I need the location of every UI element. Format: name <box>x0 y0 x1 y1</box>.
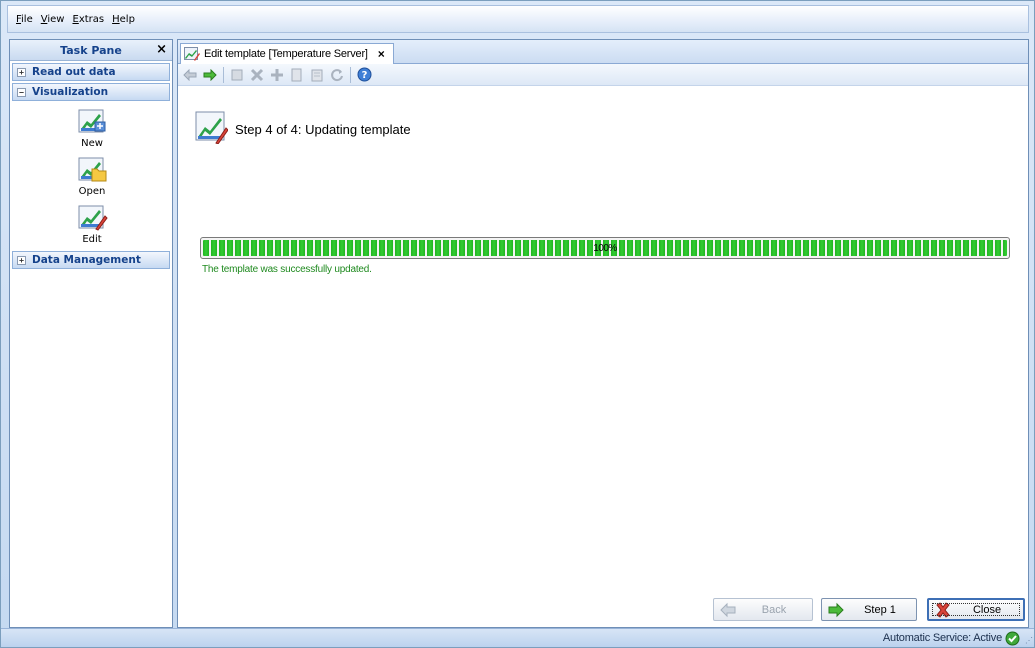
step1-button-label: Step 1 <box>864 603 896 616</box>
menu-extras-label: xtras <box>78 13 105 25</box>
menu-bar: File View Extras Help <box>7 5 1029 33</box>
section-label: Visualization <box>32 86 109 98</box>
resize-grip[interactable]: ⋰ <box>1025 636 1033 645</box>
menu-file[interactable]: File <box>12 14 37 25</box>
check-icon <box>1005 631 1020 646</box>
back-arrow-icon[interactable] <box>180 66 200 84</box>
expand-icon[interactable]: + <box>17 67 26 77</box>
chart-new-icon <box>78 109 106 133</box>
paste-icon[interactable] <box>307 66 327 84</box>
refresh-icon[interactable] <box>327 66 347 84</box>
menu-view[interactable]: View <box>37 14 69 25</box>
tool-edit-label: Edit <box>82 234 102 245</box>
task-pane-title: Task Pane <box>60 43 122 57</box>
tab-title: Edit template [Temperature Server] <box>204 48 368 60</box>
help-icon[interactable]: ? <box>354 66 374 84</box>
close-button[interactable]: Close <box>927 598 1025 621</box>
section-label: Data Management <box>32 254 141 266</box>
delete-icon[interactable] <box>247 66 267 84</box>
section-read-out-data[interactable]: + Read out data <box>12 63 170 81</box>
back-button[interactable]: Back <box>713 598 813 621</box>
tab-close-icon[interactable]: × <box>378 47 385 61</box>
task-pane: Task Pane × + Read out data − Visualizat… <box>9 39 173 628</box>
section-label: Read out data <box>32 66 116 78</box>
menu-help-accel: H <box>112 13 120 25</box>
back-button-label: Back <box>761 603 787 616</box>
progress-bar: 100% <box>200 237 1010 259</box>
tab-strip: Edit template [Temperature Server] × <box>178 40 1028 64</box>
tool-new[interactable]: New <box>10 107 174 149</box>
collapse-icon[interactable]: − <box>17 87 26 97</box>
document-area: Edit template [Temperature Server] × ? S… <box>177 39 1029 628</box>
section-visualization[interactable]: − Visualization <box>12 83 170 101</box>
tool-open-label: Open <box>78 186 106 197</box>
app-window: File View Extras Help Task Pane × + Read… <box>0 0 1035 648</box>
tool-edit[interactable]: Edit <box>10 203 174 245</box>
properties-icon[interactable] <box>227 66 247 84</box>
expand-icon[interactable]: + <box>17 255 26 265</box>
menu-help-label: elp <box>119 13 135 25</box>
tool-open[interactable]: Open <box>10 155 174 197</box>
focus-rect <box>932 603 1020 616</box>
chart-edit-icon <box>78 205 108 231</box>
section-data-management[interactable]: + Data Management <box>12 251 170 269</box>
add-icon[interactable] <box>267 66 287 84</box>
status-bar: Automatic Service: Active ⋰ <box>1 628 1034 647</box>
menu-extras[interactable]: Extras <box>68 14 108 25</box>
tab-edit-template[interactable]: Edit template [Temperature Server] × <box>180 43 394 64</box>
progress-label: 100% <box>593 242 617 254</box>
svg-text:?: ? <box>361 70 367 81</box>
step-title: Step 4 of 4: Updating template <box>235 122 411 137</box>
task-pane-close-icon[interactable]: × <box>156 42 167 57</box>
task-pane-header: Task Pane × <box>10 40 172 61</box>
toolbar-separator <box>350 66 351 83</box>
copy-icon[interactable] <box>287 66 307 84</box>
chart-edit-icon <box>195 111 228 144</box>
service-status: Automatic Service: Active <box>882 632 1002 644</box>
menu-view-label: iew <box>47 13 65 25</box>
menu-file-label: ile <box>21 13 33 25</box>
menu-help[interactable]: Help <box>108 14 139 25</box>
chart-open-icon <box>78 157 107 182</box>
forward-arrow-icon[interactable] <box>200 66 220 84</box>
toolbar-separator <box>223 66 224 83</box>
back-arrow-icon <box>720 602 736 617</box>
toolbar: ? <box>178 64 1028 86</box>
chart-edit-icon <box>184 47 200 61</box>
forward-arrow-icon <box>828 602 844 617</box>
status-message: The template was successfully updated. <box>202 264 372 275</box>
tool-new-label: New <box>81 138 103 149</box>
step1-button[interactable]: Step 1 <box>821 598 917 621</box>
